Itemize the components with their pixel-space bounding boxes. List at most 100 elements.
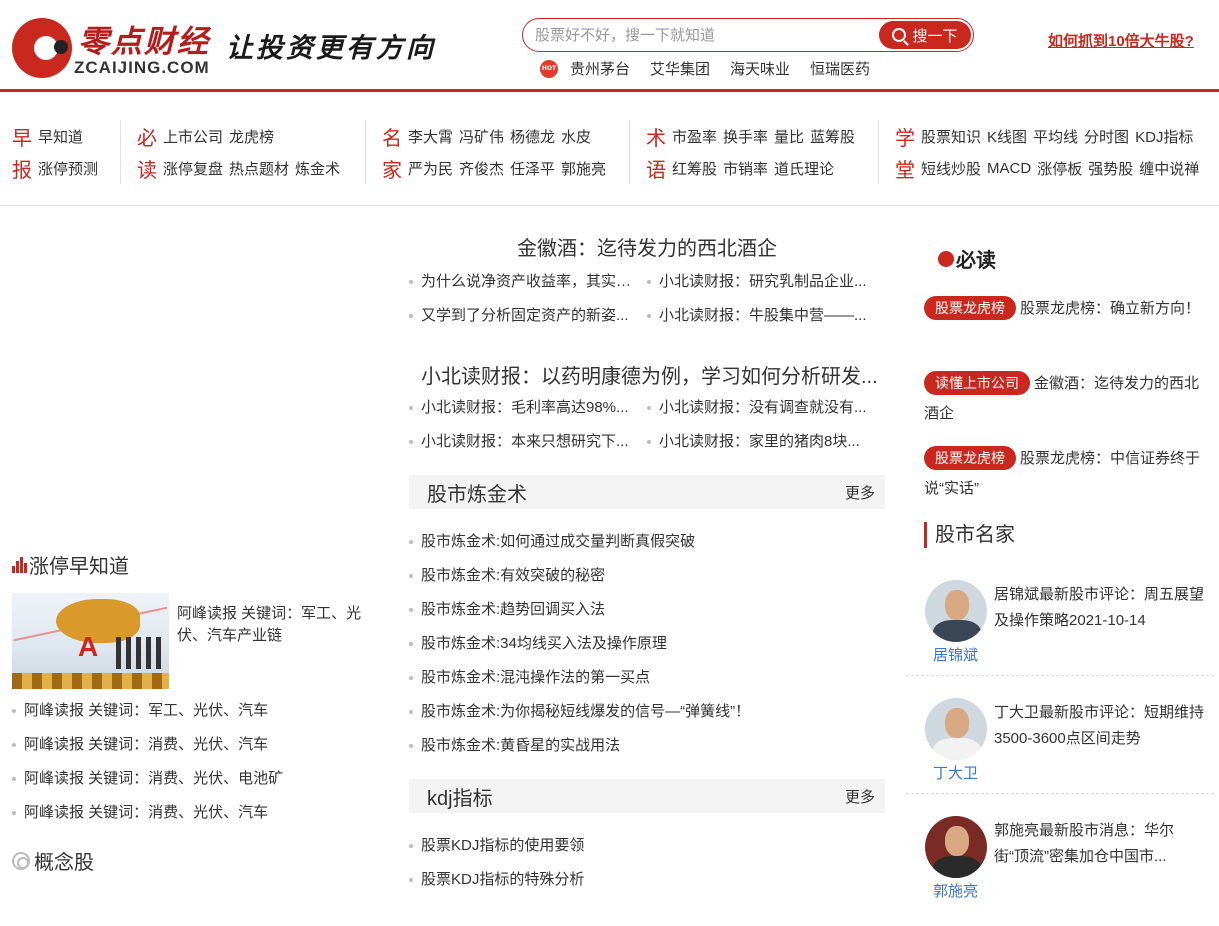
nav-group-char: 术 <box>646 125 666 150</box>
nav-link[interactable]: 短线炒股 <box>921 158 981 179</box>
list-item[interactable]: 为什么说净资产收益率，其实是... <box>409 265 647 299</box>
nav-link[interactable]: 量比 <box>774 126 804 147</box>
expert-name[interactable]: 丁大卫 <box>933 762 978 783</box>
must-read-item[interactable]: 股票龙虎榜 股票龙虎榜：确立新方向！ <box>924 294 1209 324</box>
nav-link[interactable]: 龙虎榜 <box>229 126 274 147</box>
nav-link[interactable]: 李大霄 <box>408 126 453 147</box>
must-read-icon <box>938 250 954 267</box>
list-item[interactable]: 阿峰读报 关键词：消费、光伏、电池矿 <box>12 762 382 796</box>
image-letter-a: A <box>78 631 99 662</box>
nav-link[interactable]: 早知道 <box>38 126 83 147</box>
more-link[interactable]: 更多 <box>845 786 875 807</box>
nav-link[interactable]: 市盈率 <box>672 126 717 147</box>
nav-link[interactable]: K线图 <box>987 126 1027 147</box>
hot-link[interactable]: 艾华集团 <box>650 58 710 79</box>
expert-name[interactable]: 居锦斌 <box>933 644 978 665</box>
concept-stock-title[interactable]: 概念股 <box>34 846 94 875</box>
nav-link[interactable]: 缠中说禅 <box>1139 158 1199 179</box>
list-item[interactable]: 股市炼金术:34均线买入法及操作原理 <box>409 627 885 661</box>
nav-link[interactable]: 水皮 <box>561 126 591 147</box>
nav-link[interactable]: 道氏理论 <box>774 158 834 179</box>
hot-link[interactable]: 贵州茅台 <box>570 58 630 79</box>
list-item[interactable]: 小北读财报：家里的猪肉8块... <box>647 425 885 459</box>
more-link[interactable]: 更多 <box>845 482 875 503</box>
expert-comment[interactable]: 丁大卫最新股市评论：短期维持3500-3600点区间走势 <box>994 700 1208 752</box>
nav-link[interactable]: 平均线 <box>1033 126 1078 147</box>
must-read-item[interactable]: 股票龙虎榜 股票龙虎榜：中信证券终于说“实话” <box>924 444 1209 504</box>
nav-link[interactable]: 股票知识 <box>921 126 981 147</box>
promo-link[interactable]: 如何抓到10倍大牛股? <box>1048 30 1194 51</box>
category-tag[interactable]: 股票龙虎榜 <box>924 446 1016 470</box>
nav-group-char: 早 <box>12 125 32 150</box>
nav-group-char: 语 <box>646 157 666 182</box>
must-read-text[interactable]: 股票龙虎榜：确立新方向！ <box>1020 300 1200 317</box>
panel-title[interactable]: kdj指标 <box>427 782 493 811</box>
list-item[interactable]: 股市炼金术:趋势回调买入法 <box>409 593 885 627</box>
nav-link[interactable]: MACD <box>987 160 1031 177</box>
list-item[interactable]: 股市炼金术:为你揭秘短线爆发的信号—“弹簧线”！ <box>409 695 885 729</box>
headline[interactable]: 小北读财报：以药明康德为例，学习如何分析研发... <box>409 360 885 389</box>
avatar[interactable] <box>925 698 987 760</box>
site-header: 零点财经 ZCAIJING.COM 让投资更有方向 搜一下 HOT 贵州茅台 艾… <box>0 0 1219 92</box>
expert-comment[interactable]: 郭施亮最新股市消息：华尔街“顶流”密集加仓中国市... <box>994 818 1208 870</box>
list-item[interactable]: 阿峰读报 关键词：消费、光伏、汽车 <box>12 796 382 830</box>
expert-card[interactable]: 丁大卫 丁大卫最新股市评论：短期维持3500-3600点区间走势 <box>924 698 1219 808</box>
nav-link[interactable]: 上市公司 <box>163 126 223 147</box>
feature-article-text[interactable]: 阿峰读报 关键词：军工、光伏、汽车产业链 <box>177 603 372 689</box>
category-tag[interactable]: 股票龙虎榜 <box>924 296 1016 320</box>
feature-article[interactable]: A 阿峰读报 关键词：军工、光伏、汽车产业链 <box>12 593 372 689</box>
search-input[interactable] <box>535 25 875 45</box>
list-item[interactable]: 股市炼金术:如何通过成交量判断真假突破 <box>409 525 885 559</box>
list-item[interactable]: 股票KDJ指标的使用要领 <box>409 829 885 863</box>
must-read-item[interactable]: 读懂上市公司 金徽酒：迄待发力的西北酒企 <box>924 369 1209 429</box>
hot-link[interactable]: 海天味业 <box>730 58 790 79</box>
nav-link[interactable]: 郭施亮 <box>561 158 606 179</box>
category-tag[interactable]: 读懂上市公司 <box>924 371 1030 395</box>
nav-link[interactable]: 任泽平 <box>510 158 555 179</box>
nav-link[interactable]: 换手率 <box>723 126 768 147</box>
nav-link[interactable]: 冯矿伟 <box>459 126 504 147</box>
headline[interactable]: 金徽酒：迄待发力的西北酒企 <box>409 232 885 261</box>
avatar[interactable] <box>925 580 987 642</box>
list-item[interactable]: 小北读财报：研究乳制品企业... <box>647 265 885 299</box>
experts-heading[interactable]: 股市名家 <box>924 522 1015 548</box>
list-item[interactable]: 股市炼金术:混沌操作法的第一买点 <box>409 661 885 695</box>
list-item[interactable]: 股市炼金术:有效突破的秘密 <box>409 559 885 593</box>
nav-link[interactable]: 热点题材 <box>229 158 289 179</box>
list-item[interactable]: 股市炼金术:黄昏星的实战用法 <box>409 729 885 763</box>
list-item[interactable]: 小北读财报：牛股集中营——... <box>647 299 885 333</box>
expert-name[interactable]: 郭施亮 <box>933 880 978 901</box>
nav-link[interactable]: 涨停板 <box>1037 158 1082 179</box>
nav-link[interactable]: 强势股 <box>1088 158 1133 179</box>
list-item[interactable]: 又学到了分析固定资产的新姿... <box>409 299 647 333</box>
panel-title[interactable]: 股市炼金术 <box>427 478 527 507</box>
list-item[interactable]: 股票KDJ指标的特殊分析 <box>409 863 885 897</box>
list-item[interactable]: 小北读财报：本来只想研究下... <box>409 425 647 459</box>
expert-card[interactable]: 郭施亮 郭施亮最新股市消息：华尔街“顶流”密集加仓中国市... <box>924 816 1219 926</box>
expert-comment[interactable]: 居锦斌最新股市评论：周五展望及操作策略2021-10-14 <box>994 582 1208 634</box>
search-button[interactable]: 搜一下 <box>879 21 971 49</box>
nav-link[interactable]: 杨德龙 <box>510 126 555 147</box>
limit-up-title[interactable]: 涨停早知道 <box>29 550 129 579</box>
logo-text-cn: 零点财经 <box>78 24 210 60</box>
nav-link[interactable]: 严为民 <box>408 158 453 179</box>
nav-link[interactable]: 红筹股 <box>672 158 717 179</box>
nav-link[interactable]: 分时图 <box>1084 126 1129 147</box>
nav-link[interactable]: 涨停预测 <box>38 158 98 179</box>
avatar[interactable] <box>925 816 987 878</box>
nav-link[interactable]: 炼金术 <box>295 158 340 179</box>
list-item[interactable]: 阿峰读报 关键词：消费、光伏、汽车 <box>12 728 382 762</box>
bull-market-image[interactable]: A <box>12 593 169 689</box>
logo-text-en: ZCAIJING.COM <box>74 58 210 77</box>
hot-link[interactable]: 恒瑞医药 <box>810 58 870 79</box>
expert-card[interactable]: 居锦斌 居锦斌最新股市评论：周五展望及操作策略2021-10-14 <box>924 580 1219 690</box>
nav-link[interactable]: 市销率 <box>723 158 768 179</box>
nav-link[interactable]: 齐俊杰 <box>459 158 504 179</box>
list-item[interactable]: 小北读财报：毛利率高达98%... <box>409 391 647 425</box>
list-item[interactable]: 阿峰读报 关键词：军工、光伏、汽车 <box>12 694 382 728</box>
list-item[interactable]: 小北读财报：没有调查就没有... <box>647 391 885 425</box>
site-logo[interactable]: 零点财经 ZCAIJING.COM <box>12 16 212 80</box>
nav-link[interactable]: 涨停复盘 <box>163 158 223 179</box>
nav-link[interactable]: 蓝筹股 <box>810 126 855 147</box>
nav-link[interactable]: KDJ指标 <box>1135 126 1193 147</box>
